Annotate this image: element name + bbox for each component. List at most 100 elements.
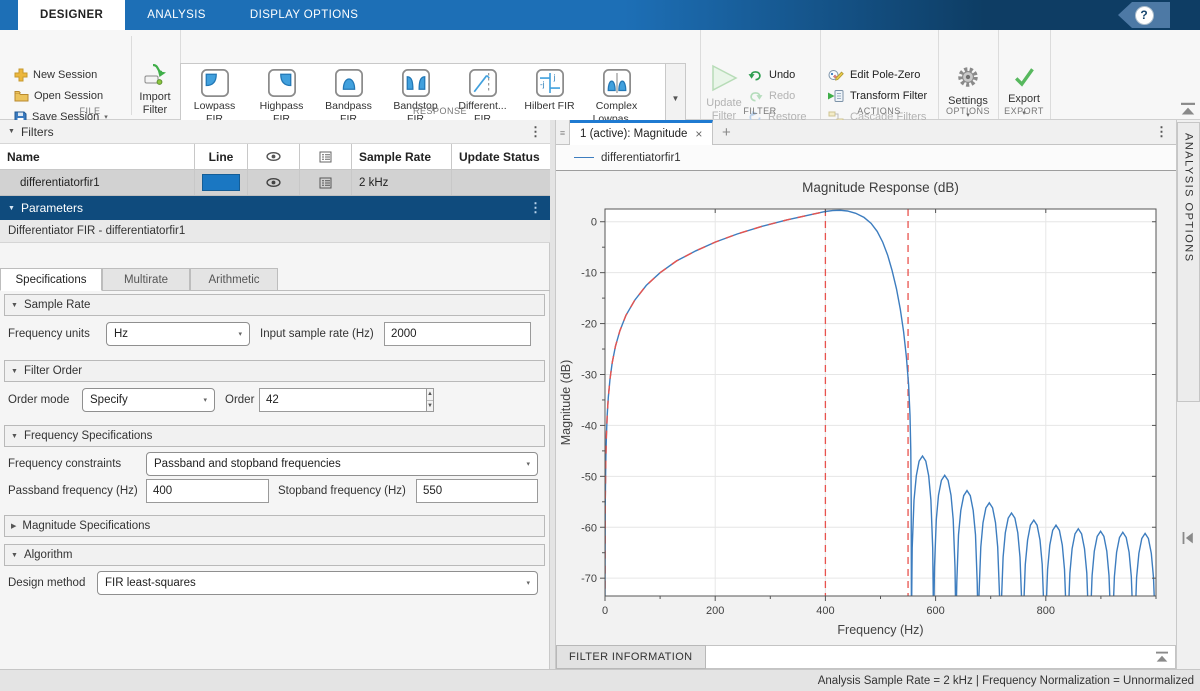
toolstrip-tab-bar: DESIGNER ANALYSIS DISPLAY OPTIONS ? [0,0,1200,30]
stopband-frequency-label: Stopband frequency (Hz) [278,479,406,503]
status-text: Analysis Sample Rate = 2 kHz | Frequency… [818,675,1194,687]
collapse-icon: ▼ [11,368,18,375]
passband-frequency-field[interactable] [146,479,269,503]
svg-text:-40: -40 [581,420,597,432]
filter-information-strip [706,645,1176,669]
frequency-units-dropdown[interactable]: Hz ▾ [106,322,250,346]
figure-panel: ≡ 1 (active): Magnitude × + ⋮ differenti… [556,120,1176,669]
svg-text:-70: -70 [581,573,597,585]
chevron-down-icon: ▾ [238,330,242,338]
sample-rate-section-header[interactable]: ▼ Sample Rate [4,294,545,316]
svg-text:-50: -50 [581,471,597,483]
analysis-options-tab[interactable]: ANALYSIS OPTIONS [1177,122,1200,402]
svg-text:0: 0 [591,217,597,229]
minimize-toolstrip-icon[interactable] [1180,102,1196,116]
open-session-button[interactable]: Open Session [14,87,103,105]
figure-grip-icon[interactable]: ≡ [556,120,570,145]
tab-analysis[interactable]: ANALYSIS [125,0,228,30]
transform-filter-icon [828,89,844,103]
add-figure-tab-button[interactable]: + [713,120,739,144]
filter-legend-toggle[interactable] [300,170,352,195]
filter-visibility-toggle[interactable] [248,170,300,195]
redo-icon [748,90,763,103]
svg-text:0: 0 [602,605,608,617]
collapse-icon: ▼ [11,302,18,309]
figure-legend: differentiatorfir1 [556,145,1176,171]
frequency-constraints-label: Frequency constraints [8,452,121,476]
order-mode-dropdown[interactable]: Specify ▾ [82,388,215,412]
input-sample-rate-field[interactable] [384,322,531,346]
tab-specifications[interactable]: Specifications [0,268,102,291]
tab-arithmetic[interactable]: Arithmetic [190,268,278,291]
design-method-dropdown[interactable]: FIR least-squares ▾ [97,571,538,595]
filter-order-section-header[interactable]: ▼ Filter Order [4,360,545,382]
svg-text:-30: -30 [581,369,597,381]
highpass-icon [267,68,297,98]
passband-frequency-label: Passband frequency (Hz) [8,479,138,503]
parameters-menu-icon[interactable]: ⋮ [529,200,542,216]
parameters-panel-header: ▼ Parameters ⋮ [0,196,550,220]
magnitude-specs-section-header[interactable]: ▶ Magnitude Specifications [4,515,545,537]
filter-table-row[interactable]: differentiatorfir1 2 kHz [0,170,550,196]
legend-box-icon [319,177,332,189]
import-filter-icon [143,64,167,86]
ribbon: New Session Open Session Save Session ▾ … [0,30,1200,120]
stopband-frequency-field[interactable] [416,479,538,503]
help-button[interactable]: ? [1135,6,1154,25]
expand-icon: ▶ [11,522,16,530]
svg-text:-j: -j [540,80,545,89]
input-sample-rate-label: Input sample rate (Hz) [260,322,374,346]
tab-multirate[interactable]: Multirate [102,268,190,291]
filter-information-bar: FILTER INFORMATION [556,645,1176,669]
tab-display-options[interactable]: DISPLAY OPTIONS [228,0,380,30]
design-method-label: Design method [8,571,85,595]
transform-filter-button[interactable]: Transform Filter [828,87,927,105]
undo-button[interactable]: Undo [748,66,795,84]
parameters-collapse-icon[interactable]: ▼ [8,205,15,212]
magnitude-response-chart[interactable]: 02004006008000-10-20-30-40-50-60-70Magni… [556,171,1176,645]
redo-button[interactable]: Redo [748,87,795,105]
filter-designer-app: DESIGNER ANALYSIS DISPLAY OPTIONS ? New … [0,0,1200,691]
tab-designer[interactable]: DESIGNER [18,0,125,30]
collapse-right-panel-icon[interactable] [1180,532,1196,544]
svg-text:-60: -60 [581,522,597,534]
hilbert-icon: j-j [535,68,565,98]
order-field[interactable] [259,388,426,412]
spin-up-icon[interactable]: ▲ [427,389,433,401]
chevron-down-icon: ▾ [526,579,530,587]
undo-icon [748,69,763,82]
edit-pole-zero-button[interactable]: Edit Pole-Zero [828,66,920,84]
figure-menu-icon[interactable]: ⋮ [1155,124,1176,140]
frequency-units-label: Frequency units [8,322,90,346]
order-stepper: ▲ ▼ [426,388,434,412]
chevron-down-icon: ▾ [203,396,207,404]
right-sidebar: ANALYSIS OPTIONS [1176,120,1200,669]
algorithm-section-header[interactable]: ▼ Algorithm [4,544,545,566]
file-section-label: FILE [0,106,180,116]
eye-icon [266,151,281,162]
filters-menu-icon[interactable]: ⋮ [529,124,542,140]
figure-tab-bar: ≡ 1 (active): Magnitude × + ⋮ [556,120,1176,145]
filter-sample-rate: 2 kHz [352,170,452,195]
chevron-down-icon: ▾ [526,460,530,468]
col-name: Name [0,144,195,169]
filter-update-status [452,170,550,195]
filter-information-tab[interactable]: FILTER INFORMATION [556,645,706,669]
col-update-status: Update Status [452,144,550,169]
expand-panel-up-icon[interactable] [1155,651,1169,663]
bandpass-icon [334,68,364,98]
frequency-constraints-dropdown[interactable]: Passband and stopband frequencies ▾ [146,452,538,476]
left-panel: ▼ Filters ⋮ Name Line Sample Rate Update… [0,120,550,669]
spin-down-icon[interactable]: ▼ [427,401,433,412]
x-axis-label: Frequency (Hz) [837,623,923,637]
help-chevron: ? [1118,2,1170,28]
filters-collapse-icon[interactable]: ▼ [8,128,15,135]
order-spinner: ▲ ▼ [259,388,393,412]
chart-title: Magnitude Response (dB) [802,180,959,195]
response-section-label: RESPONSE [180,106,700,116]
frequency-specs-section-header[interactable]: ▼ Frequency Specifications [4,425,545,447]
new-session-button[interactable]: New Session [14,66,97,84]
filter-line-swatch[interactable] [195,170,248,195]
figure-tab-magnitude[interactable]: 1 (active): Magnitude × [570,120,713,145]
close-icon[interactable]: × [695,127,702,141]
